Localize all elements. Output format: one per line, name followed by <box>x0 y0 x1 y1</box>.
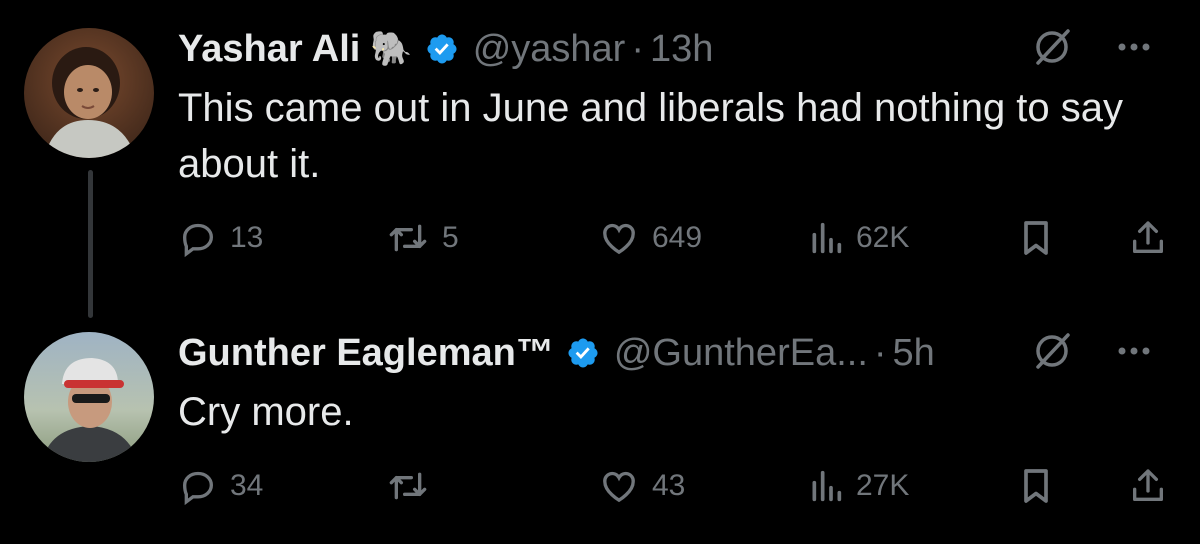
verified-badge-icon[interactable] <box>566 336 600 370</box>
more-icon[interactable] <box>1116 344 1152 362</box>
repost-button[interactable] <box>386 464 430 508</box>
repost-count: 5 <box>442 221 459 254</box>
separator: · <box>631 27 644 70</box>
tweet-text: This came out in June and liberals had n… <box>178 86 1124 186</box>
handle[interactable]: @GuntherEa... <box>614 332 868 375</box>
bookmark-button[interactable] <box>1018 216 1054 260</box>
grok-slash-icon[interactable] <box>1030 329 1074 378</box>
views-count: 27K <box>856 469 910 502</box>
repost-icon <box>386 218 430 258</box>
bookmark-icon <box>1018 218 1054 258</box>
tweet[interactable]: Yashar Ali 🐘 @yashar · 13h This came out… <box>0 0 1200 318</box>
separator: · <box>873 331 887 374</box>
views-button[interactable]: 27K <box>808 464 909 508</box>
like-icon <box>598 218 640 258</box>
avatar[interactable] <box>24 332 154 462</box>
handle[interactable]: @yashar <box>473 28 626 71</box>
share-button[interactable] <box>1128 216 1168 260</box>
tweet-text: Cry more. <box>178 390 354 434</box>
like-button[interactable]: 649 <box>598 216 702 260</box>
like-button[interactable]: 43 <box>598 464 685 508</box>
name-emoji: 🐘 <box>370 30 413 68</box>
tweet-header: Gunther Eagleman™ @GuntherEa... · 5h <box>178 328 1176 378</box>
tweet-actions: 34 43 27K <box>178 464 1176 508</box>
bookmark-button[interactable] <box>1018 464 1054 508</box>
avatar[interactable] <box>24 28 154 158</box>
views-icon <box>808 466 844 506</box>
timestamp[interactable]: 13h <box>650 28 713 71</box>
share-icon <box>1128 466 1168 506</box>
like-count: 649 <box>652 221 703 254</box>
views-icon <box>808 218 844 258</box>
reply-icon <box>178 218 218 258</box>
repost-button[interactable]: 5 <box>386 216 459 260</box>
thread-line <box>88 170 93 318</box>
verified-badge-icon[interactable] <box>425 32 459 66</box>
reply-count: 13 <box>230 221 264 254</box>
bookmark-icon <box>1018 466 1054 506</box>
reply-count: 34 <box>230 469 264 502</box>
reply-button[interactable]: 13 <box>178 216 263 260</box>
repost-icon <box>386 466 430 506</box>
share-button[interactable] <box>1128 464 1168 508</box>
views-count: 62K <box>856 221 910 254</box>
timestamp[interactable]: 5h <box>893 332 935 375</box>
display-name[interactable]: Gunther Eagleman™ <box>178 332 554 375</box>
like-icon <box>598 466 640 506</box>
grok-slash-icon[interactable] <box>1030 25 1074 74</box>
tweet-header: Yashar Ali 🐘 @yashar · 13h <box>178 24 1176 74</box>
like-count: 43 <box>652 469 686 502</box>
reply-button[interactable]: 34 <box>178 464 263 508</box>
reply-icon <box>178 466 218 506</box>
views-button[interactable]: 62K <box>808 216 909 260</box>
tweet[interactable]: Gunther Eagleman™ @GuntherEa... · 5h Cry… <box>0 300 1200 544</box>
display-name[interactable]: Yashar Ali <box>178 28 360 71</box>
more-icon[interactable] <box>1116 40 1152 58</box>
tweet-actions: 13 5 649 62K <box>178 216 1176 260</box>
share-icon <box>1128 218 1168 258</box>
